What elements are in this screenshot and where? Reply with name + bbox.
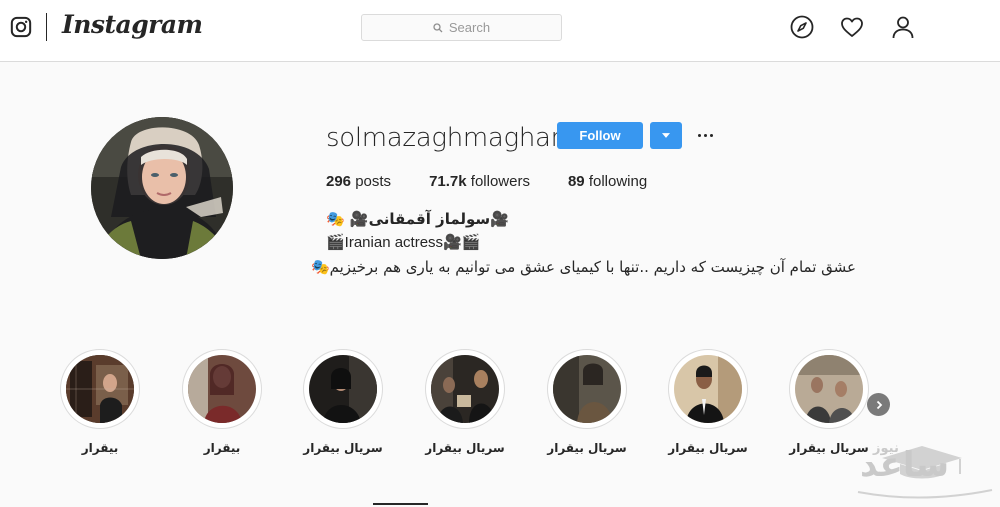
nav-divider [46, 13, 47, 41]
highlight-thumbnail [309, 355, 377, 423]
highlight-cover [182, 349, 262, 429]
followers-value: 71.7k [429, 173, 467, 190]
highlight-label: بیقرار [203, 441, 241, 455]
posts-count: 296 posts [326, 173, 391, 190]
highlight-item[interactable]: سریال بیقرار [547, 349, 627, 455]
top-nav-bar: Instagram Search [0, 0, 1000, 62]
compass-icon[interactable] [789, 14, 815, 40]
instagram-wordmark[interactable]: Instagram [62, 10, 203, 39]
highlight-label: بیقرار [81, 441, 119, 455]
profile-avatar[interactable] [91, 117, 233, 259]
highlight-item[interactable]: بیقرار [182, 349, 262, 455]
highlight-cover [60, 349, 140, 429]
profile-username: solmazaghmaghani [326, 123, 574, 153]
watermark-brand: ساعد [860, 445, 950, 485]
profile-stats: 296 posts 71.7k followers 89 following [326, 173, 685, 190]
highlight-item[interactable]: سریال بیقرار [425, 349, 505, 455]
highlight-cover [303, 349, 383, 429]
search-icon [433, 22, 443, 32]
chevron-right-icon [876, 400, 882, 409]
highlight-thumbnail [431, 355, 499, 423]
highlight-item[interactable]: سریال بیقرار [303, 349, 383, 455]
bio-line-quote: عشق تمام آن چیزیست که داریم ..تنها با کی… [310, 258, 856, 276]
caret-down-icon [662, 133, 670, 138]
highlight-cover [789, 349, 869, 429]
highlight-label: سریال بیقرار [547, 441, 627, 455]
avatar-photo [91, 117, 233, 259]
more-dot [709, 133, 713, 137]
more-options-button[interactable] [694, 124, 716, 146]
highlight-label: سریال بیقرار [303, 441, 383, 455]
posts-value: 296 [326, 173, 352, 190]
highlight-cover [547, 349, 627, 429]
following-value: 89 [567, 173, 585, 190]
tab-indicator [373, 503, 428, 505]
highlight-thumbnail [674, 355, 742, 423]
story-highlights: بیقرار بیقرار سریال بیقرار سریال بیقرار … [0, 345, 1000, 465]
search-placeholder: Search [448, 20, 491, 35]
instagram-glyph-icon[interactable] [10, 16, 32, 38]
highlight-thumbnail [188, 355, 256, 423]
highlights-next-button[interactable] [867, 393, 890, 416]
follow-button[interactable]: Follow [557, 122, 643, 149]
suggested-accounts-button[interactable] [650, 122, 682, 149]
highlight-item[interactable]: بیقرار [60, 349, 140, 455]
followers-label: followers [470, 173, 530, 190]
highlight-thumbnail [795, 355, 863, 423]
person-icon[interactable] [890, 14, 916, 40]
following-label: following [588, 173, 648, 190]
highlight-label: سریال بیقرار [425, 441, 505, 455]
highlight-thumbnail [66, 355, 134, 423]
profile-bio: 🎥سولماز آقمقانی🎥 🎭 🎬Iranian actress🎥🎬 عش… [310, 207, 856, 279]
highlight-item[interactable]: سریال بیقرار [668, 349, 748, 455]
more-dots-icon [697, 133, 701, 137]
heart-icon[interactable] [839, 14, 865, 40]
highlight-thumbnail [553, 355, 621, 423]
following-link[interactable]: 89 following [568, 173, 647, 190]
highlight-label: سریال بیقرار [668, 441, 748, 455]
highlight-cover [668, 349, 748, 429]
bio-line-category: 🎬Iranian actress🎥🎬 [326, 234, 481, 251]
highlight-cover [425, 349, 505, 429]
search-input[interactable]: Search [361, 14, 562, 41]
bio-full-name: 🎥سولماز آقمقانی🎥 🎭 [326, 210, 509, 228]
followers-link[interactable]: 71.7k followers [429, 173, 530, 190]
posts-label: posts [355, 173, 392, 190]
more-dot [703, 133, 707, 137]
